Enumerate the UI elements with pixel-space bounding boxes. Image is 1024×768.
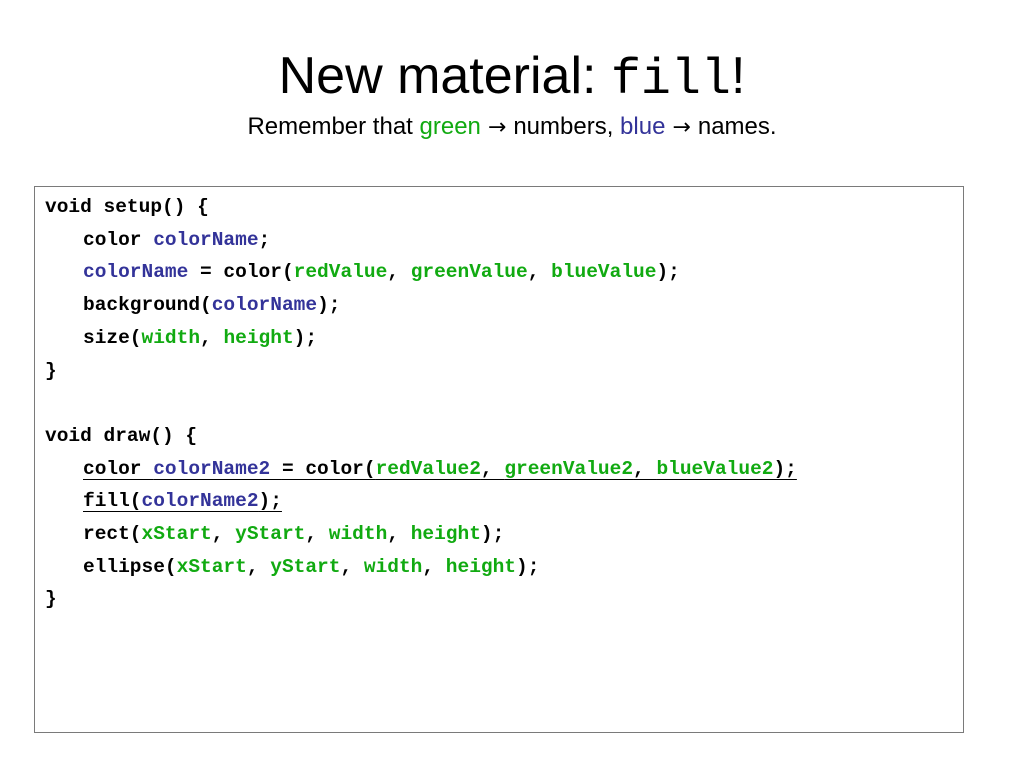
code-token-name: colorName <box>83 261 189 284</box>
code-token-plain: , <box>340 555 364 578</box>
code-token-plain: color <box>83 457 154 480</box>
code-token-num: blueValue2 <box>656 457 774 480</box>
code-line: fill(colorName2); <box>45 485 282 518</box>
code-token-plain: ; <box>258 228 271 251</box>
code-token-plain: ); <box>258 490 282 513</box>
code-line: ellipse(xStart, yStart, width, height); <box>45 551 539 584</box>
code-token-plain: ); <box>293 326 318 349</box>
code-token-plain: , <box>387 523 411 545</box>
subtitle-part2: numbers, <box>513 113 621 140</box>
code-line: color colorName; <box>45 224 270 257</box>
code-token-num: height <box>410 523 481 545</box>
code-token-plain: ); <box>480 523 505 545</box>
subtitle-green-word: green <box>419 113 481 140</box>
code-token-plain: , <box>200 326 224 349</box>
code-token-plain: fill( <box>83 490 142 513</box>
code-block: void setup() {color colorName; colorName … <box>34 186 964 733</box>
code-line: } <box>45 355 57 388</box>
code-token-name: colorName2 <box>153 457 282 480</box>
code-line: background(colorName); <box>45 289 340 322</box>
right-arrow-icon: → <box>480 115 514 140</box>
code-token-num: greenValue <box>410 261 528 284</box>
code-token-plain: , <box>527 261 552 284</box>
code-token-name: colorName <box>211 294 318 317</box>
code-line: size(width, height); <box>45 322 317 355</box>
code-token-plain: color <box>83 228 154 251</box>
underlined-code: fill(colorName2); <box>83 490 282 512</box>
code-token-num: redValue2 <box>375 457 481 480</box>
subtitle-blue-word: blue <box>620 113 666 140</box>
code-token-plain: = color( <box>188 261 294 284</box>
code-token-name: colorName <box>153 228 259 251</box>
subtitle-part3: names. <box>697 113 777 140</box>
code-token-plain: ); <box>656 261 680 284</box>
code-token-num: width <box>363 555 423 578</box>
code-token-plain: , <box>633 457 657 480</box>
right-arrow-icon: → <box>665 115 698 140</box>
code-token-plain: background( <box>83 294 212 317</box>
code-line: rect(xStart, yStart, width, height); <box>45 518 504 551</box>
underlined-code: color colorName2 = color(redValue2, gree… <box>83 458 797 480</box>
code-token-plain: void setup() { <box>45 196 209 218</box>
code-token-num: yStart <box>270 555 341 578</box>
code-token-num: blueValue <box>551 261 657 284</box>
code-token-num: yStart <box>235 523 306 545</box>
code-token-name: colorName2 <box>141 490 259 513</box>
code-line: void draw() { <box>45 420 197 453</box>
code-token-plain: ellipse( <box>83 555 177 578</box>
code-token-plain: size( <box>83 326 142 349</box>
code-token-num: greenValue2 <box>504 457 634 480</box>
code-token-num: redValue <box>293 261 388 284</box>
code-token-plain: ); <box>317 294 341 317</box>
code-line: color colorName2 = color(redValue2, gree… <box>45 453 797 486</box>
code-token-num: width <box>141 326 201 349</box>
code-token-plain: , <box>246 555 271 578</box>
code-line: void setup() { <box>45 191 209 224</box>
slide-title-end: ! <box>730 47 746 105</box>
code-token-num: xStart <box>141 523 212 545</box>
code-token-plain: void draw() { <box>45 424 198 447</box>
code-token-plain: , <box>387 261 411 284</box>
code-token-num: xStart <box>176 555 247 578</box>
slide-title: New material: fill! <box>0 46 1024 111</box>
code-token-plain: } <box>45 359 57 382</box>
slide-title-code: fill <box>610 52 731 109</box>
code-token-num: height <box>223 326 294 349</box>
code-line: } <box>45 583 57 616</box>
slide-title-text: New material: <box>278 47 611 105</box>
slide-subtitle: Remember that green → numbers, blue → na… <box>0 112 1024 143</box>
code-token-num: width <box>328 523 388 545</box>
code-token-plain: , <box>211 523 236 545</box>
code-token-plain: ); <box>516 555 540 578</box>
code-token-num: height <box>445 555 517 578</box>
code-token-plain: rect( <box>83 523 142 545</box>
code-token-plain: , <box>480 457 505 480</box>
code-token-plain: } <box>45 588 57 611</box>
subtitle-part1: Remember that <box>247 113 420 140</box>
code-token-plain: = color( <box>281 457 376 480</box>
code-token-plain: , <box>305 523 329 545</box>
code-line: colorName = color(redValue, greenValue, … <box>45 256 680 289</box>
code-token-plain: ); <box>773 457 797 480</box>
code-token-plain: , <box>422 555 446 578</box>
